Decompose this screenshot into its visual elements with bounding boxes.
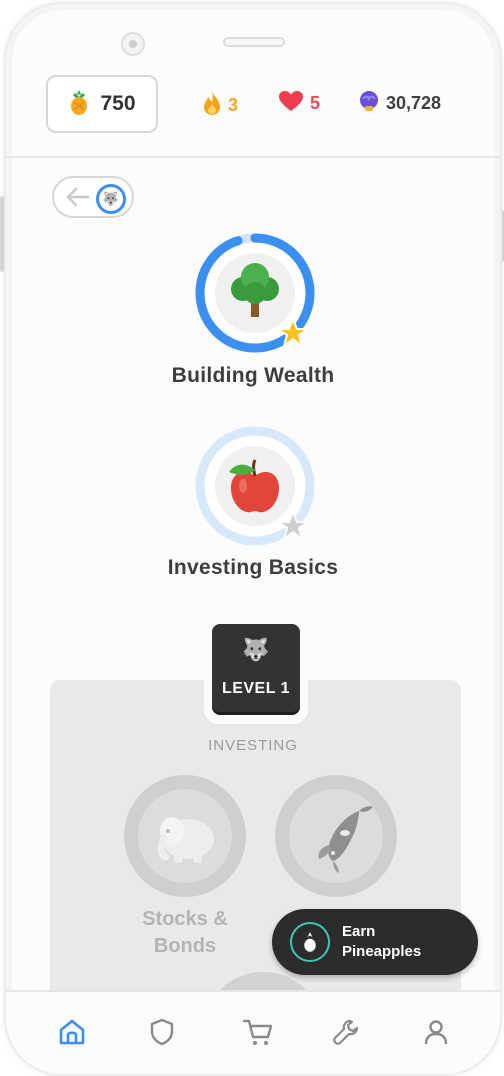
- lesson-title: Stocks & Bonds: [142, 908, 228, 957]
- pineapple-icon: [290, 922, 330, 962]
- home-icon[interactable]: [54, 1014, 90, 1050]
- streak-count: 3: [228, 95, 239, 115]
- course-title: Investing Basics: [167, 556, 339, 579]
- arrow-left-icon: [64, 186, 90, 212]
- hearts-counter[interactable]: 5: [278, 90, 320, 117]
- earn-pineapples-label: Earn Pineapples: [342, 923, 422, 960]
- bottom-nav: [6, 990, 500, 1074]
- top-stats-bar: 750 3 5 30,728: [6, 72, 500, 158]
- shield-icon[interactable]: [144, 1014, 180, 1050]
- pineapple-counter[interactable]: 750: [46, 75, 158, 133]
- profile-icon[interactable]: [418, 1014, 454, 1050]
- wrench-icon[interactable]: [328, 1014, 364, 1050]
- lesson-node: [124, 775, 246, 897]
- pineapple-icon: [68, 88, 90, 120]
- gems-counter[interactable]: 30,728: [358, 90, 441, 117]
- level-label: LEVEL 1: [221, 680, 291, 697]
- speaker-grille: [223, 37, 285, 47]
- cart-icon[interactable]: [240, 1014, 276, 1050]
- section-label: INVESTING: [208, 737, 298, 754]
- front-camera: [121, 32, 145, 56]
- level-badge[interactable]: 🐺 LEVEL 1: [212, 624, 300, 712]
- gems-count: 30,728: [386, 93, 442, 113]
- koi-fish-icon: [318, 806, 373, 873]
- brain-gem-icon: [358, 90, 380, 117]
- lesson-node: [275, 775, 397, 897]
- course-title: Building Wealth: [171, 364, 335, 387]
- course-progress-ring: [195, 426, 315, 546]
- phone-frame: 750 3 5 30,728 🐺 Building Wealth Investi…: [4, 2, 502, 1076]
- back-button[interactable]: 🐺: [52, 176, 134, 218]
- flame-icon: [202, 90, 222, 121]
- pineapple-count: 750: [100, 92, 136, 115]
- wolf-icon: 🐺: [242, 638, 270, 663]
- earn-pineapples-button[interactable]: Earn Pineapples: [272, 909, 478, 975]
- heart-icon: [278, 90, 304, 117]
- elephant-icon: [157, 817, 214, 863]
- course-progress-ring: [195, 233, 315, 353]
- wolf-avatar-icon: 🐺: [96, 184, 126, 214]
- streak-counter[interactable]: 3: [202, 90, 238, 121]
- hearts-count: 5: [310, 93, 321, 113]
